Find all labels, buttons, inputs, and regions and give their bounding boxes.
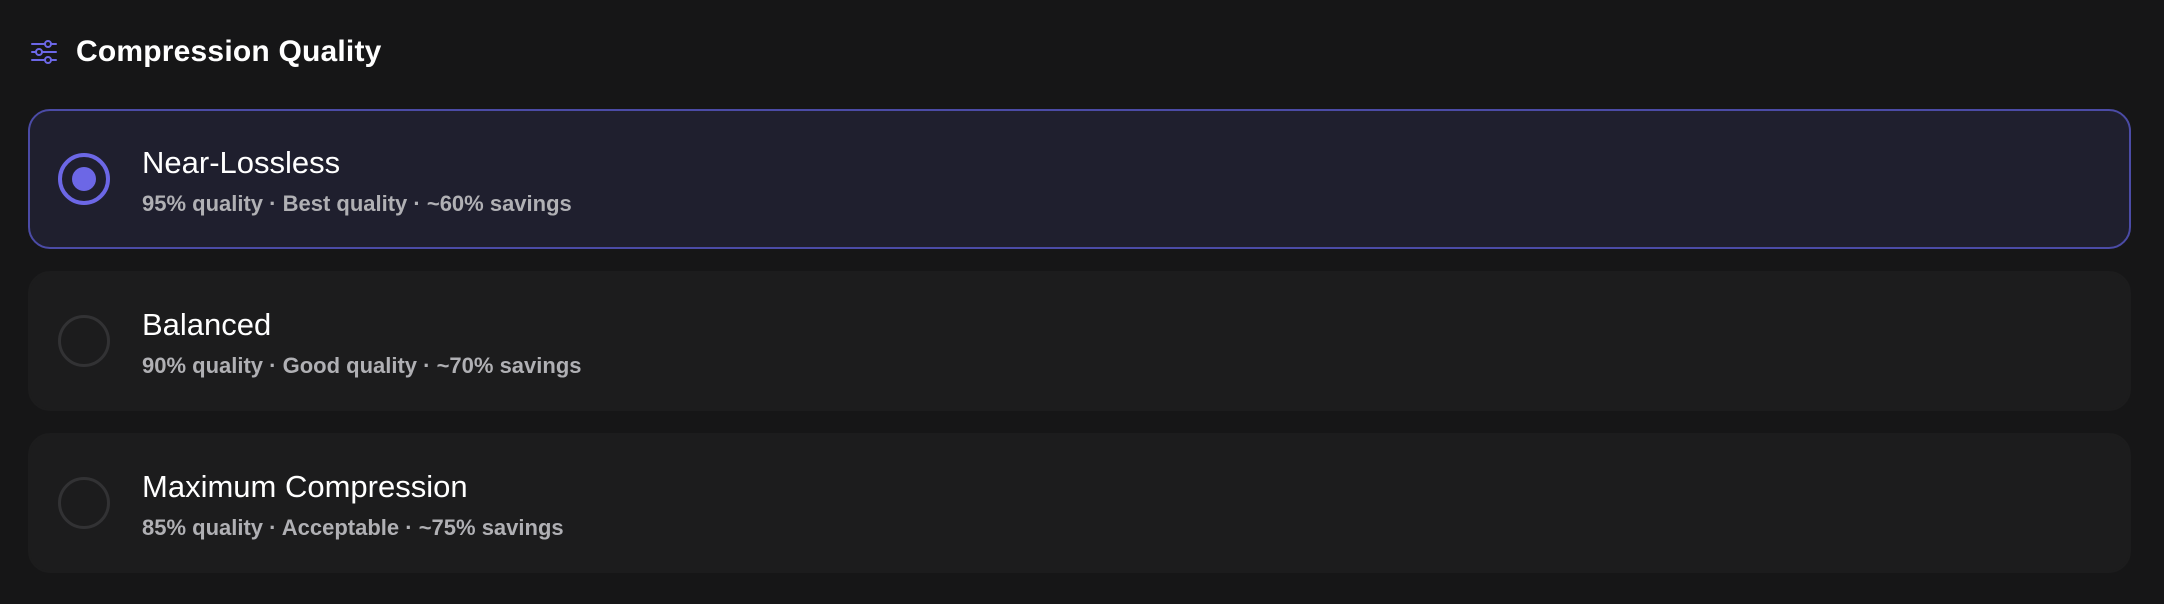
radio-button[interactable] — [58, 315, 110, 367]
radio-button[interactable] — [58, 153, 110, 205]
option-text: Near-Lossless 95% quality · Best quality… — [142, 145, 572, 217]
compression-quality-panel: Compression Quality Near-Lossless 95% qu… — [0, 0, 2164, 604]
option-text: Balanced 90% quality · Good quality · ~7… — [142, 307, 582, 379]
option-balanced[interactable]: Balanced 90% quality · Good quality · ~7… — [28, 271, 2131, 411]
sliders-icon — [30, 38, 58, 66]
option-text: Maximum Compression 85% quality · Accept… — [142, 469, 564, 541]
option-subtitle: 90% quality · Good quality · ~70% saving… — [142, 353, 582, 378]
section-title: Compression Quality — [76, 35, 382, 68]
quality-options: Near-Lossless 95% quality · Best quality… — [28, 109, 2131, 595]
option-near-lossless[interactable]: Near-Lossless 95% quality · Best quality… — [28, 109, 2131, 249]
option-subtitle: 95% quality · Best quality · ~60% saving… — [142, 191, 572, 216]
option-maximum-compression[interactable]: Maximum Compression 85% quality · Accept… — [28, 433, 2131, 573]
option-title: Near-Lossless — [142, 145, 341, 180]
radio-selected-dot — [72, 167, 96, 191]
option-title: Balanced — [142, 307, 272, 342]
option-subtitle: 85% quality · Acceptable · ~75% savings — [142, 515, 564, 540]
radio-button[interactable] — [58, 477, 110, 529]
section-header: Compression Quality — [30, 30, 382, 74]
option-title: Maximum Compression — [142, 469, 468, 504]
